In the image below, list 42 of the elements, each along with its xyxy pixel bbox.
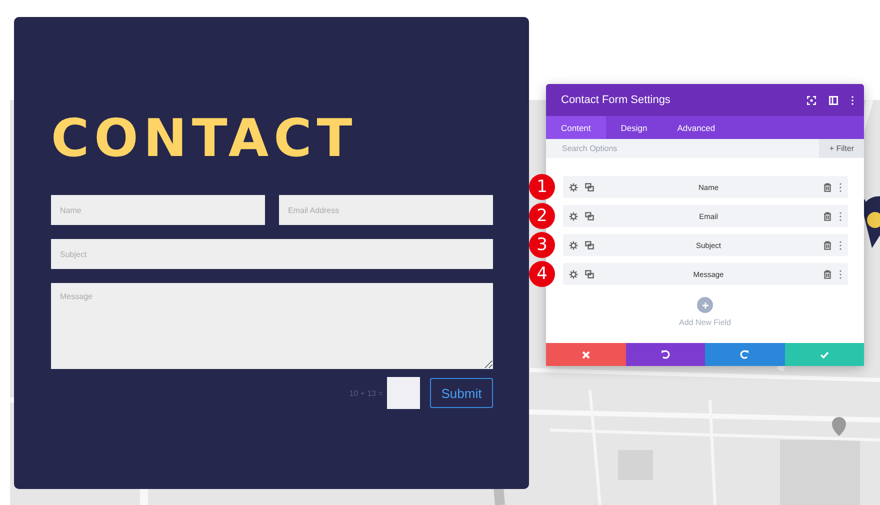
filter-button[interactable]: + Filter [819, 139, 864, 158]
captcha-field[interactable] [387, 377, 420, 409]
redo-icon [740, 350, 750, 359]
settings-tab[interactable]: Advanced [662, 116, 730, 139]
step-badge: 4 [529, 261, 555, 287]
add-field-button[interactable] [697, 297, 713, 313]
trash-icon[interactable] [823, 270, 832, 278]
duplicate-icon[interactable] [585, 212, 594, 220]
trash-icon[interactable] [823, 240, 832, 250]
trash-icon[interactable] [823, 182, 832, 192]
panel-title: Contact Form Settings [561, 94, 672, 106]
settings-tab[interactable]: Design [606, 116, 662, 139]
trash-icon[interactable] [823, 212, 832, 220]
search-field[interactable]: Search Options [546, 139, 820, 158]
duplicate-icon[interactable] [585, 182, 594, 192]
sidebar-icon[interactable] [829, 96, 838, 104]
duplicate-icon[interactable] [585, 240, 594, 250]
more-icon[interactable] [839, 182, 842, 192]
gear-icon[interactable] [569, 240, 578, 250]
submit-button[interactable]: Submit [430, 378, 493, 408]
input-field[interactable]: Subject [51, 239, 493, 269]
duplicate-icon[interactable] [585, 270, 594, 278]
gear-icon[interactable] [569, 212, 578, 220]
step-badge: 1 [529, 174, 555, 200]
plus-icon [702, 302, 708, 308]
more-icon[interactable] [839, 240, 842, 250]
settings-tab[interactable]: Content [546, 116, 606, 139]
undo-icon [660, 350, 670, 359]
gear-icon[interactable] [569, 182, 578, 192]
more-icon[interactable] [839, 212, 842, 220]
contact-heading: CONTACT [51, 109, 358, 169]
message-field[interactable]: Message [51, 283, 493, 369]
check-icon [820, 350, 829, 358]
close-icon [582, 350, 590, 358]
step-badge: 3 [529, 232, 555, 258]
input-field[interactable]: Email Address [279, 195, 493, 225]
step-badge: 2 [529, 203, 555, 229]
expand-icon[interactable] [807, 96, 816, 104]
more-icon[interactable] [839, 270, 842, 278]
input-field[interactable]: Name [51, 195, 265, 225]
more-icon[interactable] [851, 96, 854, 104]
gear-icon[interactable] [569, 270, 578, 278]
